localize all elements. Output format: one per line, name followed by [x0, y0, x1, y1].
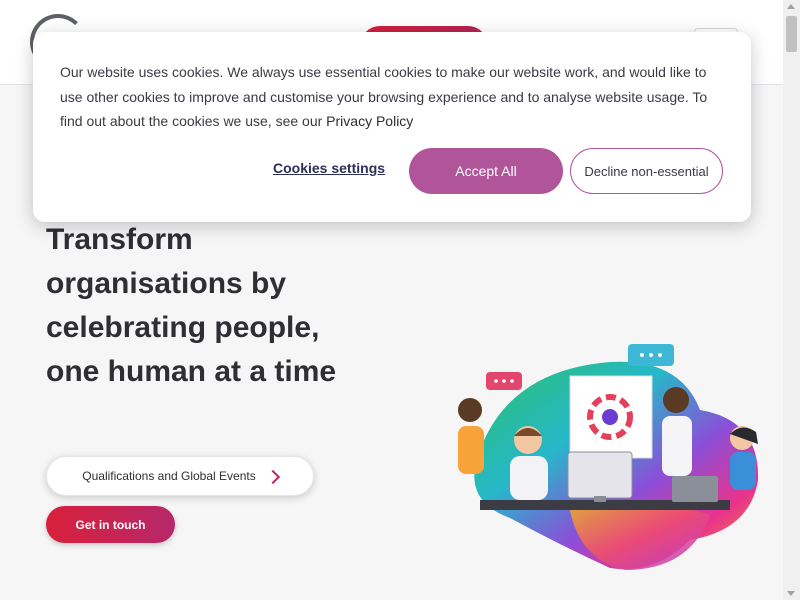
scroll-thumb[interactable] [786, 16, 797, 52]
team-illustration [458, 344, 759, 570]
privacy-policy-link[interactable]: Privacy Policy [326, 113, 413, 129]
scroll-up-icon[interactable] [787, 4, 795, 9]
person-standing [662, 387, 692, 476]
decline-non-essential-button[interactable]: Decline non-essential [570, 148, 723, 194]
person-left [458, 398, 484, 474]
accept-all-button[interactable]: Accept All [409, 148, 563, 194]
cookie-banner: Our website uses cookies. We always use … [33, 32, 751, 222]
chevron-right-icon [265, 469, 280, 484]
color-blob-lower [570, 501, 710, 570]
scroll-down-icon[interactable] [787, 591, 795, 596]
hero-title: Transform organisations by celebrating p… [46, 223, 337, 388]
laptop [672, 476, 718, 502]
qualifications-button[interactable]: Qualifications and Global Events [46, 456, 314, 496]
computer-monitor [567, 451, 633, 499]
cookies-settings-link[interactable]: Cookies settings [273, 160, 385, 176]
vertical-scrollbar[interactable] [783, 0, 800, 600]
cookie-message: Our website uses cookies. We always use … [60, 60, 728, 134]
get-in-touch-button[interactable]: Get in touch [46, 506, 175, 543]
person-right [730, 426, 758, 490]
qualifications-button-label: Qualifications and Global Events [82, 469, 256, 483]
